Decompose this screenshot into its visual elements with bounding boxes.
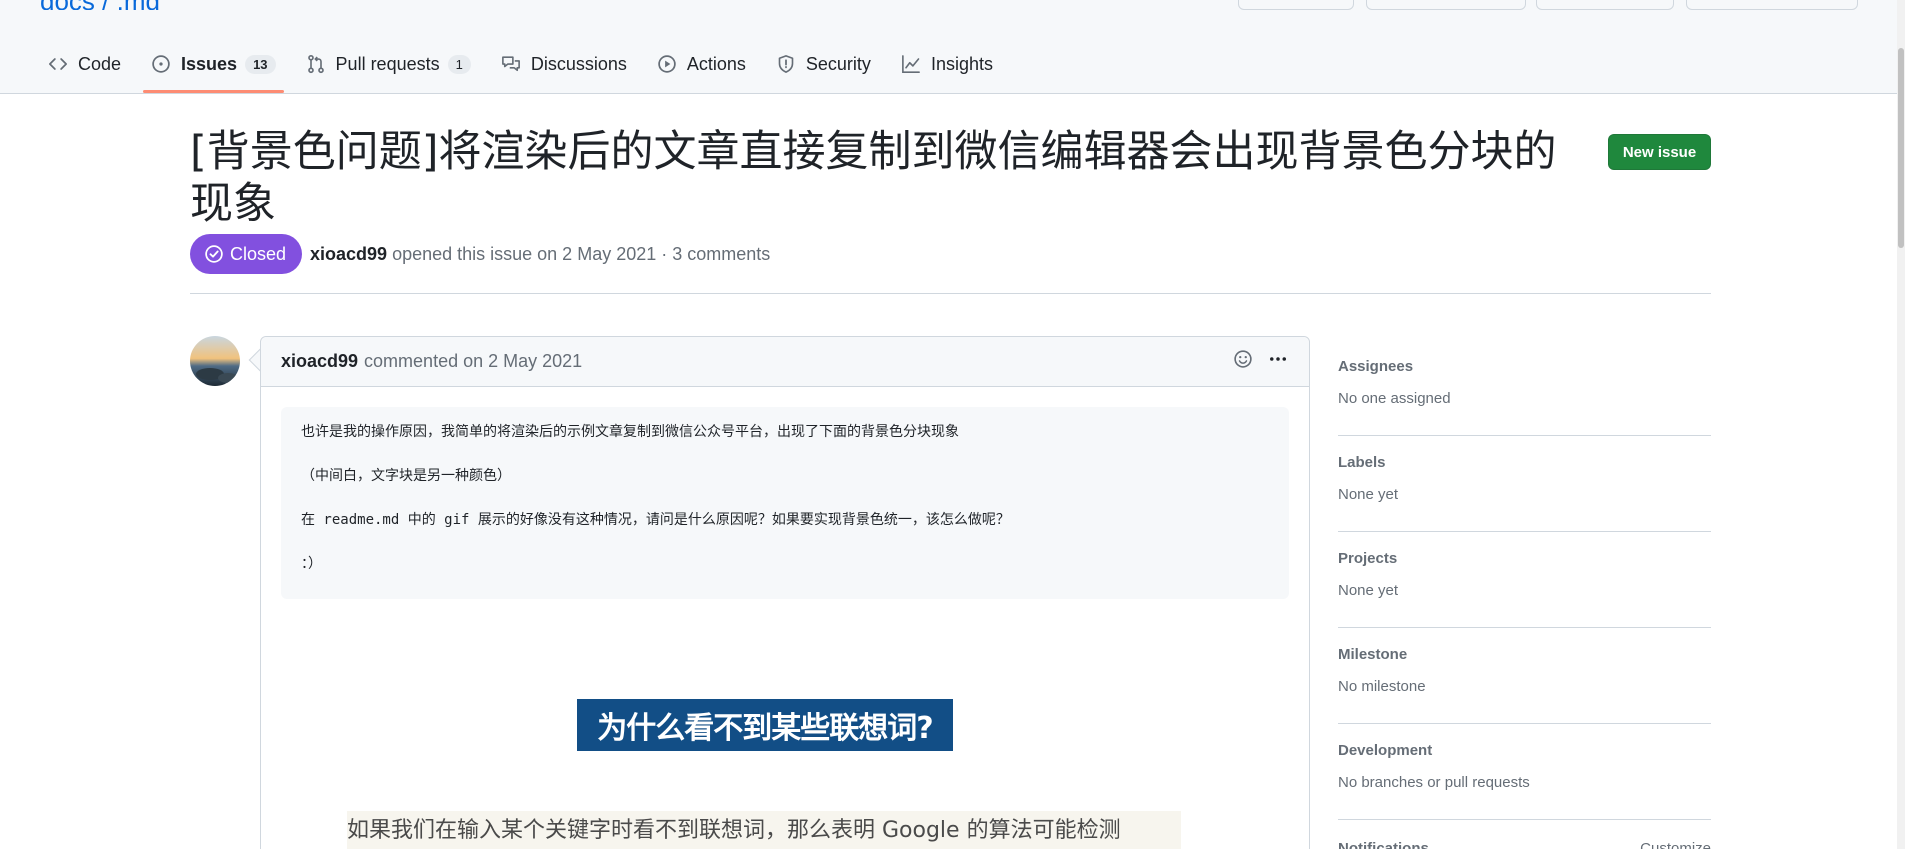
issue-title-text: [背景色问题]将渲染后的文章直接复制到微信编辑器会出现背景色分块的现象 [190,127,1557,229]
tab-issues[interactable]: Issues 13 [141,46,286,93]
tab-label: Pull requests [335,53,440,74]
page-scrollbar[interactable] [1897,0,1905,849]
tab-label: Discussions [530,53,627,74]
tab-label: Issues [181,53,238,74]
avatar[interactable] [190,336,240,386]
sidebar-notifications: Notifications Customize [1338,820,1711,849]
comment-header: xioacd99 commented on 2 May 2021 [261,337,1309,387]
sidebar-labels: Labels None yet [1338,436,1711,532]
repo-breadcrumb[interactable]: docs / .md [40,0,160,10]
issue-state-badge: Closed [190,234,303,274]
sidebar-heading[interactable]: Labels [1338,454,1711,471]
state-label: Closed [230,243,287,264]
sidebar-assignees: Assignees No one assigned [1338,340,1711,436]
tab-code[interactable]: Code [38,46,131,82]
tab-label: Security [805,53,871,74]
tab-label: Insights [930,53,993,74]
issue-opened-icon [151,54,171,74]
sidebar-value: No one assigned [1338,390,1451,407]
code-icon [48,54,68,74]
comment-line: ：） [301,556,322,572]
tab-label: Code [78,53,122,74]
repo-header: docs / .md Code Issues 13 Pull requests … [0,0,1905,94]
attached-image-heading: 为什么看不到某些联想词? [577,699,953,751]
sidebar-heading[interactable]: Assignees [1338,358,1711,375]
shield-icon [776,54,796,74]
comment-actions [1233,349,1289,374]
repo-nav: Code Issues 13 Pull requests 1 Discussio… [38,46,1013,94]
tab-insights[interactable]: Insights [891,46,1003,82]
smiley-icon[interactable] [1233,349,1253,374]
sidebar-development: Development No branches or pull requests [1338,724,1711,820]
sidebar-heading: Notifications [1338,840,1429,849]
sidebar-value: None yet [1338,582,1399,599]
issue-author-link[interactable]: xioacd99 [310,244,387,264]
attached-image-paragraph: 如果我们在输入某个关键字时看不到联想词，那么表明 Google 的算法可能检测 [347,811,1181,849]
sidebar-value: None yet [1338,486,1399,503]
sidebar-projects: Projects None yet [1338,532,1711,628]
comment-box: xioacd99 commented on 2 May 2021 也许是我的操作… [260,336,1310,849]
issue-meta: xioacd99 opened this issue on 2 May 2021… [310,244,770,265]
star-button[interactable] [1536,0,1674,10]
pull-requests-count: 1 [447,54,471,74]
comment-line: 也许是我的操作原因，我简单的将渲染后的示例文章复制到微信公众号平台，出现了下面的… [301,424,959,440]
header-divider [190,293,1711,294]
issue-sidebar: Assignees No one assigned Labels None ye… [1338,340,1711,849]
kebab-horizontal-icon[interactable] [1267,349,1289,374]
git-pull-request-icon [306,54,326,74]
sidebar-value: No milestone [1338,678,1426,695]
fork-button[interactable] [1366,0,1526,10]
customize-link[interactable]: Customize [1640,840,1711,849]
comment-line: （中间白，文字块是另一种颜色） [301,468,511,484]
watch-button[interactable] [1238,0,1354,10]
comment-code-block: 也许是我的操作原因，我简单的将渲染后的示例文章复制到微信公众号平台，出现了下面的… [281,407,1289,599]
comment-author-link[interactable]: xioacd99 [281,351,358,372]
comment-line: 在 readme.md 中的 gif 展示的好像没有这种情况，请问是什么原因呢？… [301,512,1010,528]
sidebar-heading[interactable]: Development [1338,742,1711,759]
sidebar-milestone: Milestone No milestone [1338,628,1711,724]
issues-count: 13 [245,54,276,74]
new-issue-button[interactable]: New issue [1608,134,1711,170]
sidebar-heading[interactable]: Projects [1338,550,1711,567]
comment-meta[interactable]: commented on 2 May 2021 [364,351,582,372]
comment-discussion-icon [501,54,521,74]
tab-security[interactable]: Security [766,46,881,82]
check-circle-icon [204,244,224,264]
tab-discussions[interactable]: Discussions [491,46,637,82]
scrollbar-thumb[interactable] [1898,48,1904,248]
issue-meta-text: opened this issue on 2 May 2021 · 3 comm… [392,244,771,264]
tab-actions[interactable]: Actions [647,46,756,82]
graph-icon [901,54,921,74]
sponsor-button[interactable] [1686,0,1858,10]
top-action-strip: docs / .md [0,0,1905,10]
tab-label: Actions [686,53,746,74]
sidebar-value: No branches or pull requests [1338,774,1530,791]
sidebar-heading[interactable]: Milestone [1338,646,1711,663]
play-icon [657,54,677,74]
tab-pull-requests[interactable]: Pull requests 1 [296,46,481,82]
